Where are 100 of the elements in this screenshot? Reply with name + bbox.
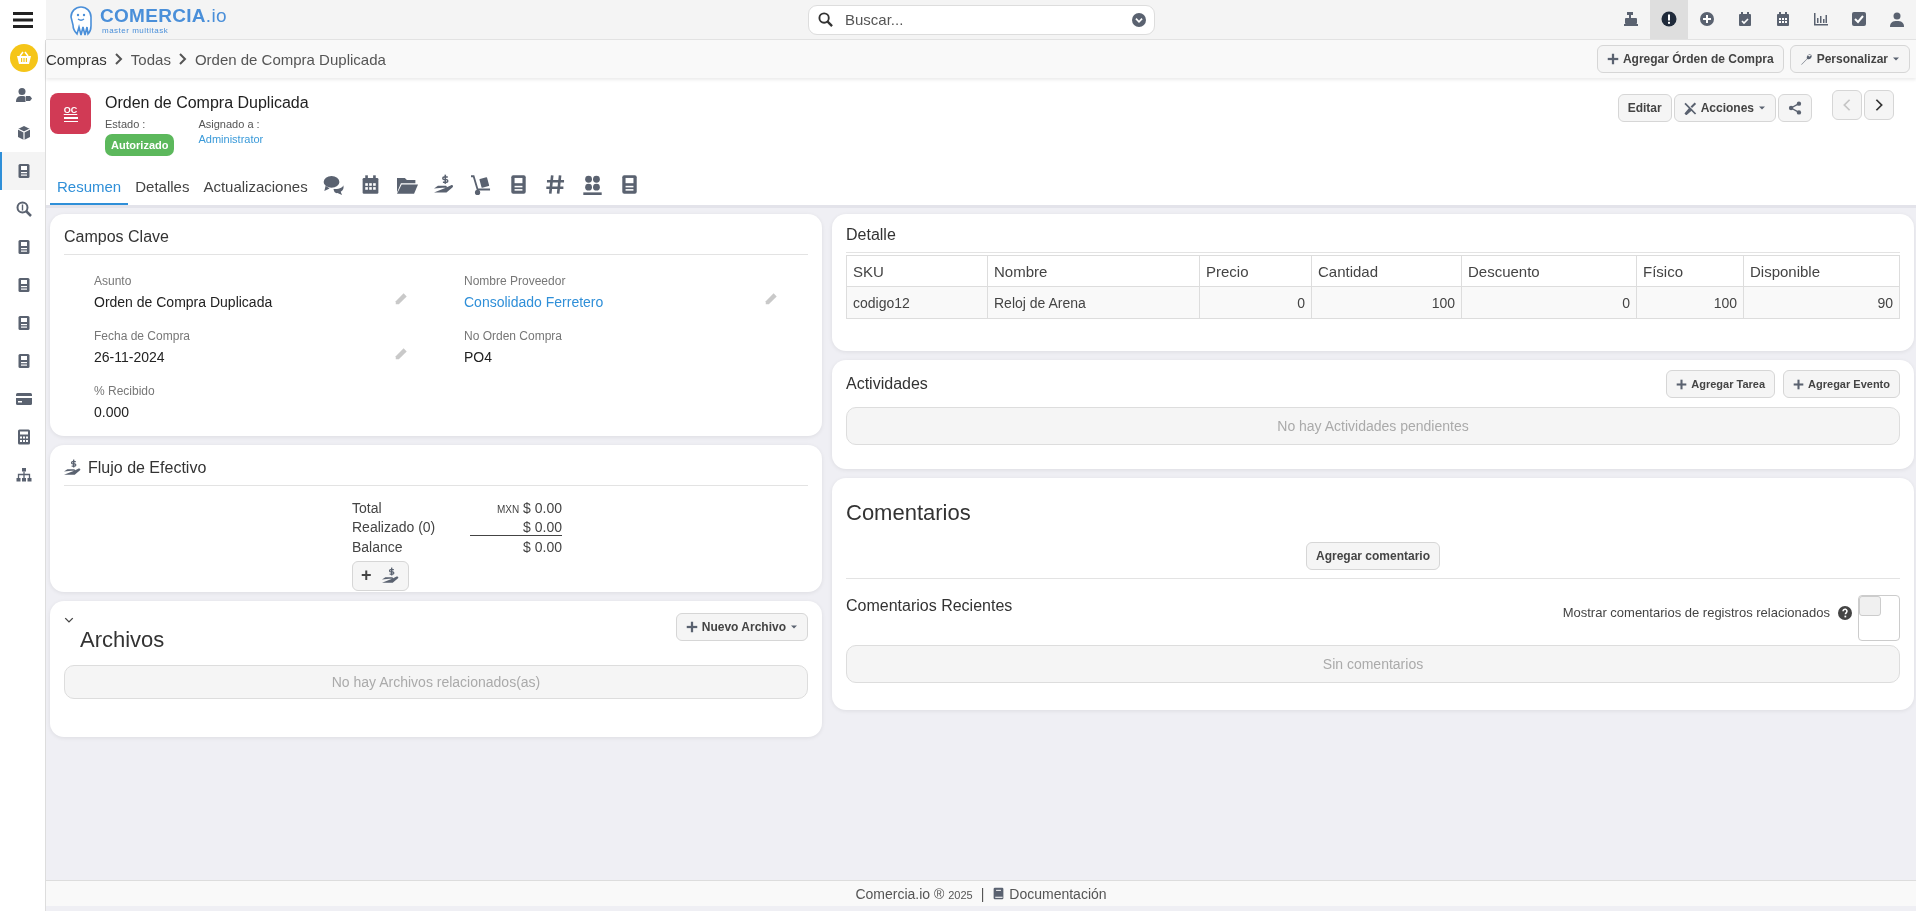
checkbox-icon [1851, 11, 1867, 27]
logo-tagline: master multitask [102, 26, 170, 35]
comments-icon [322, 174, 344, 195]
card-title: Detalle [846, 222, 1900, 253]
document-icon [15, 163, 32, 179]
calculator-icon [15, 429, 32, 445]
chevron-right-icon [113, 53, 124, 65]
breadcrumb-link[interactable]: Todas [130, 50, 171, 68]
breadcrumb-current[interactable]: Orden de Compra Duplicada [194, 50, 386, 68]
toolbar-button[interactable] [1650, 0, 1688, 39]
logo-text: COMERCIA.io [100, 4, 227, 27]
column-header: Cantidad [1311, 255, 1462, 287]
copyright-text: Comercia.io ® 2025 [855, 885, 973, 902]
cash-register-icon [1623, 11, 1639, 27]
add-icon [1699, 11, 1715, 27]
table-cell: 0 [1199, 286, 1312, 319]
user-icon [1889, 11, 1905, 27]
column-header: Nombre [987, 255, 1200, 287]
pencil-icon [764, 292, 778, 306]
collapse-button[interactable] [64, 615, 74, 625]
record-type-icon: OC [50, 93, 91, 134]
credit-card-icon [15, 391, 32, 407]
tab[interactable]: Actualizaciones [196, 178, 315, 205]
alert-icon [1661, 11, 1677, 27]
hand-dollar-icon [64, 459, 82, 477]
field-value: 0.000 [94, 404, 131, 420]
user-tag-icon [15, 87, 32, 103]
add-task-button[interactable]: Agregar Tarea [1666, 370, 1776, 398]
share-button[interactable] [1778, 94, 1812, 122]
search-field[interactable]: Buscar... [808, 4, 1155, 35]
assigned-label: Asignado a : [198, 118, 261, 130]
toggle-switch[interactable] [1858, 595, 1900, 641]
sidebar-item[interactable] [0, 152, 45, 190]
book-icon [992, 887, 1006, 900]
field-label: Nombre Proveedor [464, 274, 567, 288]
field-value: Orden de Compra Duplicada [94, 294, 274, 310]
hand-dollar-icon [381, 566, 400, 585]
menu-icon [13, 10, 33, 29]
empty-message: No hay Archivos relacionados(as) [64, 665, 808, 699]
edit-button[interactable]: Editar [1617, 94, 1672, 122]
box-icon [15, 125, 32, 141]
document-icon [15, 239, 32, 255]
dropdown-icon [1132, 12, 1146, 27]
plus-icon [1793, 378, 1805, 390]
plus-icon [1606, 53, 1619, 65]
table-cell: 100 [1636, 286, 1744, 319]
chevron-down-icon [64, 615, 74, 625]
search-dollar-icon [15, 201, 32, 217]
calendar-icon [1775, 11, 1791, 27]
add-event-button[interactable]: Agregar Evento [1783, 370, 1900, 398]
cash-amount: $ 0.00 [470, 518, 562, 536]
dots-icon [581, 174, 603, 195]
section-title: Comentarios Recientes [846, 597, 1013, 615]
new-file-button[interactable]: Nuevo Archivo [675, 613, 808, 641]
document-icon [15, 315, 32, 331]
chevron-right-icon [177, 53, 188, 65]
field-label: Asunto [94, 274, 133, 288]
table-cell: 0 [1461, 286, 1637, 319]
cash-amount: MXN $ 0.00 [495, 499, 562, 516]
table-cell: 100 [1311, 286, 1462, 319]
card-title: Comentarios [846, 500, 972, 526]
menu-button[interactable] [0, 0, 46, 40]
customize-button[interactable]: Personalizar [1789, 45, 1910, 73]
hand-truck-icon [470, 174, 492, 195]
supplier-link[interactable]: Consolidado Ferretero [464, 294, 764, 310]
column-header: Descuento [1461, 255, 1637, 287]
help-icon [1838, 605, 1852, 620]
card-title: Actividades [846, 375, 928, 393]
next-button[interactable] [1864, 90, 1894, 120]
add-comment-button[interactable]: Agregar comentario [1306, 542, 1440, 570]
pencil-icon [394, 347, 408, 361]
add-order-button[interactable]: Agregar Órden de Compra [1596, 45, 1784, 73]
card-title: Flujo de Efectivo [88, 459, 207, 477]
bar-chart-icon [1813, 11, 1829, 27]
field-label: Fecha de Compra [94, 329, 192, 343]
cash-amount: $ 0.00 [522, 538, 562, 555]
calendar-check-icon [1737, 11, 1753, 27]
share-icon [1788, 101, 1802, 115]
actions-button[interactable]: Acciones [1673, 94, 1776, 122]
cash-label: Total [352, 499, 383, 516]
field-value: 26-11-2024 [94, 349, 166, 365]
column-header: Disponible [1743, 255, 1900, 287]
record-title: Orden de Compra Duplicada [105, 94, 309, 112]
toggle-label: Mostrar comentarios de registros relacionados [1562, 605, 1830, 620]
status-badge: Autorizado [105, 134, 175, 156]
basket-icon [15, 50, 32, 66]
table-cell: Reloj de Arena [987, 286, 1200, 319]
hash-icon [544, 174, 566, 195]
documentation-link[interactable]: Documentación [992, 885, 1107, 902]
sitemap-icon [15, 467, 32, 483]
card-title: Campos Clave [64, 224, 808, 255]
breadcrumb-link[interactable]: Compras [46, 50, 107, 68]
column-header: Precio [1199, 255, 1312, 287]
cash-label: Realizado (0) [352, 519, 437, 536]
tab[interactable]: Detalles [128, 178, 197, 205]
column-header: Físico [1636, 255, 1744, 287]
add-payment-button[interactable]: + [352, 560, 409, 591]
empty-message: No hay Actividades pendientes [846, 407, 1900, 445]
card-title: Archivos [80, 627, 165, 653]
document-icon [15, 277, 32, 293]
